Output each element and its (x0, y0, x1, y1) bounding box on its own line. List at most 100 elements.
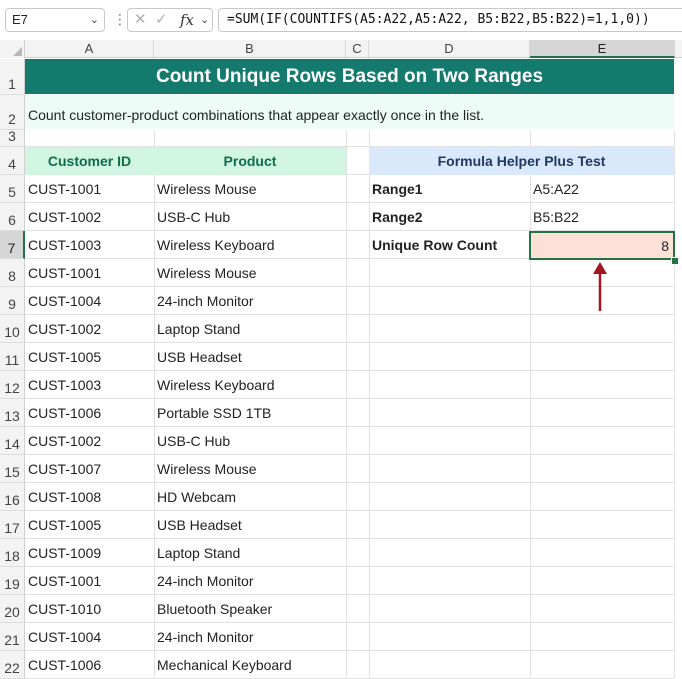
customer-id-cell[interactable]: CUST-1008 (25, 483, 154, 511)
enter-check-icon[interactable]: ✓ (155, 9, 168, 31)
product-cell[interactable]: USB-C Hub (154, 427, 346, 455)
customer-id-cell[interactable]: CUST-1006 (25, 399, 154, 427)
row-header-label: 18 (4, 548, 20, 564)
range2-value[interactable]: B5:B22 (530, 203, 674, 231)
row-header-label: 8 (8, 268, 16, 284)
row-header-label: 21 (4, 632, 20, 648)
product-cell[interactable]: 24-inch Monitor (154, 623, 346, 651)
name-box-value: E7 (12, 12, 28, 27)
product-cell[interactable]: HD Webcam (154, 483, 346, 511)
customer-id-cell[interactable]: CUST-1005 (25, 511, 154, 539)
column-header-d[interactable]: D (369, 40, 530, 58)
product-cell[interactable]: Wireless Mouse (154, 175, 346, 203)
range1-label[interactable]: Range1 (369, 175, 530, 203)
product-cell[interactable]: Mechanical Keyboard (154, 651, 346, 679)
row-header[interactable]: 5 (0, 175, 25, 203)
header-product[interactable]: Product (154, 147, 346, 175)
customer-id-cell[interactable]: CUST-1007 (25, 455, 154, 483)
sheet-title[interactable]: Count Unique Rows Based on Two Ranges (25, 59, 674, 94)
row-header-label: 11 (4, 352, 20, 368)
row-header[interactable]: 19 (0, 567, 25, 595)
row-header[interactable]: 4 (0, 147, 25, 175)
row-header[interactable]: 15 (0, 455, 25, 483)
row-header-label: 13 (4, 408, 20, 424)
customer-id-cell[interactable]: CUST-1002 (25, 203, 154, 231)
product-cell[interactable]: 24-inch Monitor (154, 287, 346, 315)
helper-header[interactable]: Formula Helper Plus Test (369, 147, 674, 175)
row-header[interactable]: 16 (0, 483, 25, 511)
row-header[interactable]: 20 (0, 595, 25, 623)
customer-id-cell[interactable]: CUST-1003 (25, 371, 154, 399)
row-header[interactable]: 18 (0, 539, 25, 567)
chevron-down-icon[interactable]: ⌄ (90, 9, 99, 31)
row-header[interactable]: 12 (0, 371, 25, 399)
customer-id-cell[interactable]: CUST-1010 (25, 595, 154, 623)
spreadsheet-grid[interactable]: A B C D E 1 2 3 4 5 6 7 8 9 10 11 12 13 14 15 16 17 18 19 2… (0, 40, 682, 679)
customer-id-cell[interactable]: CUST-1001 (25, 567, 154, 595)
result-label[interactable]: Unique Row Count (369, 231, 530, 259)
result-cell[interactable]: 8 (529, 231, 675, 260)
row-header[interactable]: 14 (0, 427, 25, 455)
product-cell[interactable]: Wireless Mouse (154, 455, 346, 483)
column-header-e[interactable]: E (530, 40, 675, 58)
product-cell[interactable]: Wireless Keyboard (154, 371, 346, 399)
row-header-label: 1 (8, 76, 16, 92)
sheet-description[interactable]: Count customer-product combinations that… (25, 95, 674, 129)
row-header[interactable]: 17 (0, 511, 25, 539)
product-cell[interactable]: Laptop Stand (154, 539, 346, 567)
row-header-label: 15 (4, 464, 20, 480)
product-cell[interactable]: Laptop Stand (154, 315, 346, 343)
row-header-label: 19 (4, 576, 20, 592)
customer-id-cell[interactable]: CUST-1004 (25, 623, 154, 651)
product-cell[interactable]: Bluetooth Speaker (154, 595, 346, 623)
customer-id-cell[interactable]: CUST-1006 (25, 651, 154, 679)
range1-value[interactable]: A5:A22 (530, 175, 674, 203)
product-cell[interactable]: Portable SSD 1TB (154, 399, 346, 427)
column-header-c[interactable]: C (346, 40, 369, 58)
row-header-label: 9 (8, 296, 16, 312)
gridline (674, 130, 675, 678)
row-header[interactable]: 10 (0, 315, 25, 343)
product-cell[interactable]: USB Headset (154, 511, 346, 539)
row-header[interactable]: 7 (0, 231, 25, 259)
chevron-down-icon[interactable]: ⌄ (200, 9, 209, 31)
row-header-label: 7 (7, 240, 16, 256)
row-header-label: 16 (4, 492, 20, 508)
customer-id-cell[interactable]: CUST-1002 (25, 315, 154, 343)
row-header[interactable]: 1 (0, 59, 25, 95)
row-header-label: 22 (4, 660, 20, 676)
cancel-icon[interactable]: ✕ (134, 9, 147, 31)
row-header[interactable]: 8 (0, 259, 25, 287)
select-all-button[interactable] (0, 40, 25, 58)
formula-input[interactable]: =SUM(IF(COUNTIFS(A5:A22,A5:A22, B5:B22,B… (218, 8, 682, 32)
row-header-label: 4 (8, 156, 16, 172)
customer-id-cell[interactable]: CUST-1004 (25, 287, 154, 315)
column-header-b[interactable]: B (154, 40, 346, 58)
product-cell[interactable]: USB-C Hub (154, 203, 346, 231)
product-cell[interactable]: USB Headset (154, 343, 346, 371)
row-header[interactable]: 6 (0, 203, 25, 231)
customer-id-cell[interactable]: CUST-1003 (25, 231, 154, 259)
row-header[interactable]: 9 (0, 287, 25, 315)
customer-id-cell[interactable]: CUST-1001 (25, 259, 154, 287)
customer-id-cell[interactable]: CUST-1001 (25, 175, 154, 203)
row-header[interactable]: 2 (0, 95, 25, 130)
row-header[interactable]: 11 (0, 343, 25, 371)
row-header[interactable]: 22 (0, 651, 25, 679)
product-cell[interactable]: Wireless Mouse (154, 259, 346, 287)
row-header[interactable]: 3 (0, 128, 25, 147)
customer-id-cell[interactable]: CUST-1002 (25, 427, 154, 455)
range2-label[interactable]: Range2 (369, 203, 530, 231)
customer-id-cell[interactable]: CUST-1005 (25, 343, 154, 371)
row-header[interactable]: 21 (0, 623, 25, 651)
more-options-icon[interactable]: ⋮ (113, 10, 127, 28)
fill-handle[interactable] (671, 257, 679, 265)
header-customer-id[interactable]: Customer ID (25, 147, 154, 175)
insert-function-icon[interactable]: fx (180, 9, 194, 31)
row-header[interactable]: 13 (0, 399, 25, 427)
product-cell[interactable]: Wireless Keyboard (154, 231, 346, 259)
customer-id-cell[interactable]: CUST-1009 (25, 539, 154, 567)
column-header-a[interactable]: A (25, 40, 154, 58)
name-box[interactable]: E7 ⌄ (5, 8, 105, 32)
product-cell[interactable]: 24-inch Monitor (154, 567, 346, 595)
